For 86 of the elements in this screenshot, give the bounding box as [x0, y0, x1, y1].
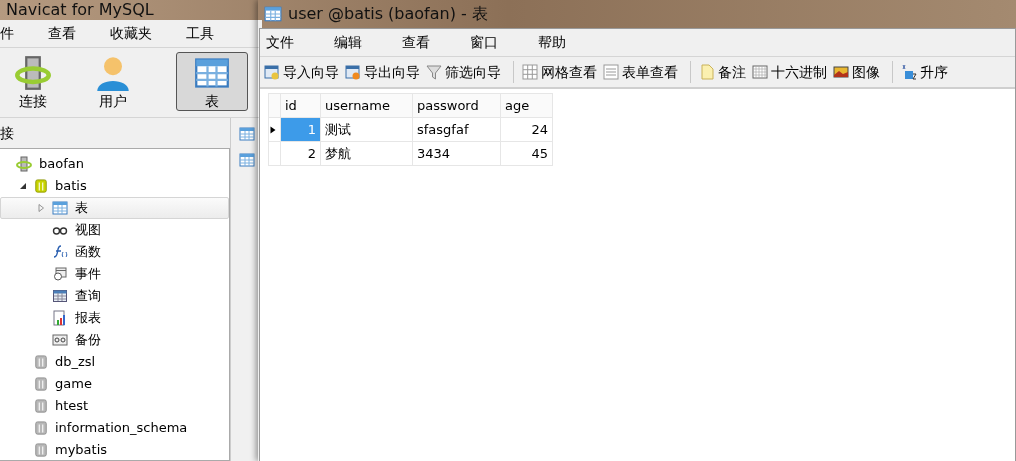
tree-label: 事件 [75, 265, 101, 284]
pane-title: 接 [0, 123, 14, 143]
column-header[interactable]: id [280, 93, 321, 118]
tree-item[interactable]: 表 [0, 197, 229, 219]
tree-label: information_schema [55, 419, 188, 438]
toolbar-button[interactable]: 网格查看 [522, 61, 601, 83]
tree-item[interactable]: 函数 [0, 241, 229, 263]
menu-item[interactable]: 帮助 [532, 32, 588, 53]
table-cell: 2 [280, 141, 321, 166]
menu-item[interactable]: 查看 [396, 32, 452, 53]
table-cell: 3434 [412, 141, 501, 166]
tree-item[interactable]: 备份 [0, 329, 229, 351]
sort-icon [901, 64, 917, 80]
user-icon [95, 55, 131, 91]
server-icon [16, 156, 32, 172]
tree-item[interactable]: 查询 [0, 285, 229, 307]
menu-item[interactable]: 查看 [48, 23, 110, 44]
toolbar-button[interactable]: 连接 [0, 52, 66, 111]
toolbar-button[interactable]: 十六进制 [752, 61, 831, 83]
toolbar-button[interactable]: 升序 [901, 61, 952, 83]
table-icon [194, 55, 230, 91]
tree-item[interactable]: game [0, 373, 229, 395]
toolbar-button[interactable]: 导入向导 [264, 61, 343, 83]
tree-item[interactable]: mybatis [0, 439, 229, 460]
image-icon [833, 64, 849, 80]
table-cell: 24 [500, 117, 553, 142]
tree-item[interactable]: htest [0, 395, 229, 417]
tree-label: 表 [75, 199, 88, 218]
import-icon [264, 64, 280, 80]
column-header[interactable]: age [500, 93, 553, 118]
report-icon [52, 310, 68, 326]
tree-item[interactable]: batis [0, 175, 229, 197]
export-icon [345, 64, 361, 80]
table-icon [238, 152, 255, 168]
tree-label: 报表 [75, 309, 101, 328]
table-icon [52, 200, 68, 216]
tree-label: 视图 [75, 221, 101, 240]
toolbar-button[interactable]: 筛选向导 [426, 61, 505, 83]
menu-item[interactable]: 编辑 [328, 32, 384, 53]
tree-item[interactable]: information_schema [0, 417, 229, 439]
toolbar-button[interactable]: 用户 [80, 52, 146, 111]
tree-label: batis [55, 177, 87, 196]
tree-item[interactable]: db_zsl [0, 351, 229, 373]
menu-item[interactable]: 文件 [260, 32, 316, 53]
tree-label: 函数 [75, 243, 101, 262]
tape-icon [52, 332, 68, 348]
column-header[interactable]: password [412, 93, 501, 118]
tree-item[interactable]: 报表 [0, 307, 229, 329]
tree-label: htest [55, 397, 89, 416]
menu-item[interactable]: 收藏夹 [110, 23, 186, 44]
toolbar-button[interactable]: 图像 [833, 61, 884, 83]
menu-item[interactable]: 窗口 [464, 32, 520, 53]
form-icon [603, 64, 619, 80]
tree-item[interactable]: 视图 [0, 219, 229, 241]
tree-label: 查询 [75, 287, 101, 306]
grid-icon [522, 64, 538, 80]
hex-grid-icon [752, 64, 768, 80]
function-icon [52, 244, 68, 260]
table-cell: 测试 [320, 117, 413, 142]
note-icon [699, 64, 715, 80]
toolbar-button[interactable]: 导出向导 [345, 61, 424, 83]
table-cell: 45 [500, 141, 553, 166]
tree-label: baofan [39, 155, 84, 174]
tree-item[interactable]: 事件 [0, 263, 229, 285]
tree-item[interactable]: baofan [0, 153, 229, 175]
toolbar-button[interactable]: 表 [176, 52, 248, 111]
table-cell: 梦航 [320, 141, 413, 166]
table-icon [238, 126, 255, 142]
tree-label: mybatis [55, 441, 108, 460]
window-title: user @batis (baofan) - 表 [288, 6, 488, 22]
tree-label: game [55, 375, 92, 394]
calendar-clock-icon [52, 266, 68, 282]
table-cell: sfasgfaf [412, 117, 501, 142]
column-header[interactable]: username [320, 93, 413, 118]
tree-label: 备份 [75, 331, 101, 350]
menu-item[interactable]: 工具 [186, 23, 248, 44]
tree-label: db_zsl [55, 353, 96, 372]
window-title: Navicat for MySQL [6, 2, 154, 18]
menu-item[interactable]: 件 [0, 23, 48, 44]
expanded-arrow-icon[interactable] [19, 182, 27, 190]
filter-icon [426, 64, 442, 80]
server-icon [15, 55, 51, 91]
toolbar-button[interactable]: 备注 [699, 61, 750, 83]
query-icon [52, 288, 68, 304]
table-icon [264, 5, 282, 23]
toolbar-button[interactable]: 表单查看 [603, 61, 682, 83]
